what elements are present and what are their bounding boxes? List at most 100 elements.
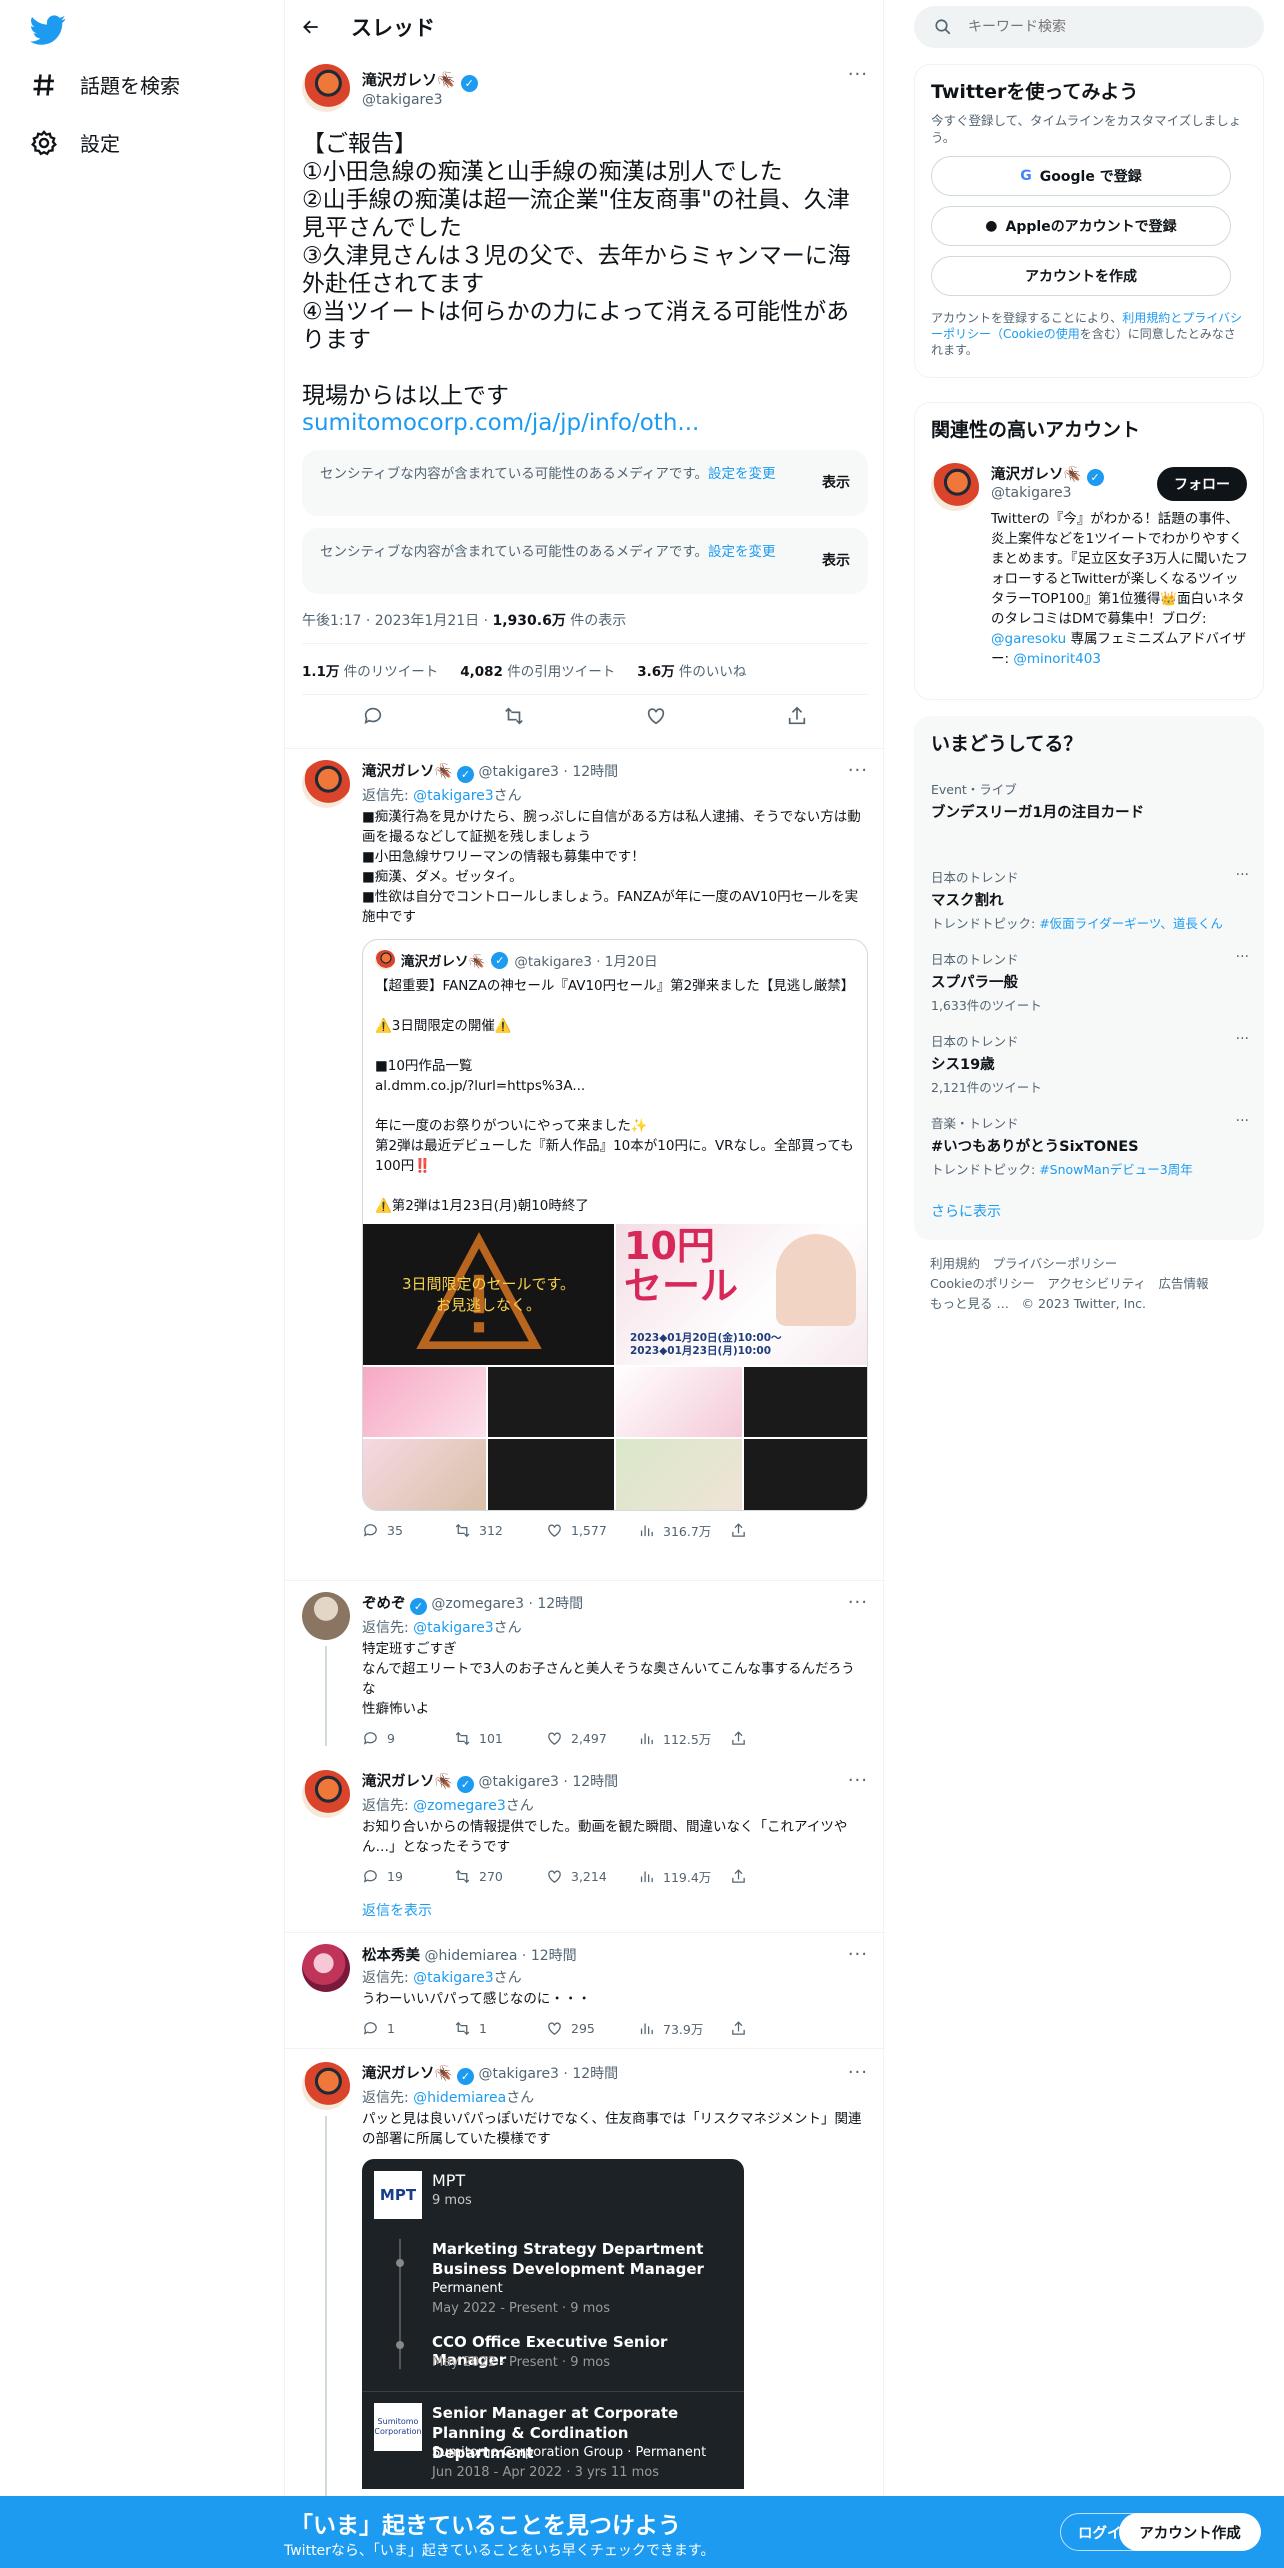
- search-box[interactable]: [914, 6, 1264, 48]
- views-button[interactable]: 73.9万: [638, 2019, 730, 2038]
- quoted-media-grid[interactable]: 3日間限定のセールです。 お見逃しなく。 10円 セール 2023◆01月20日…: [363, 1224, 867, 1510]
- author-name[interactable]: ぞめぞ: [362, 1596, 406, 1612]
- search-input[interactable]: [968, 19, 1228, 35]
- footer-line[interactable]: もっと見る … © 2023 Twitter, Inc.: [930, 1294, 1209, 1314]
- trend-item[interactable]: ··· 日本のトレンド シス19歳 2,121件のツイート: [931, 1031, 1249, 1096]
- media-image: [616, 1367, 742, 1437]
- like-button[interactable]: 2,497: [546, 1729, 638, 1748]
- share-button[interactable]: [730, 2019, 822, 2038]
- change-settings-link[interactable]: 設定を変更: [708, 544, 776, 560]
- reply-button[interactable]: 1: [362, 2019, 454, 2038]
- views-button[interactable]: 316.7万: [638, 1521, 730, 1540]
- trend-topic-link[interactable]: #仮面ライダーギーツ、道長くん: [1039, 916, 1223, 931]
- trend-item[interactable]: ··· 日本のトレンド スプパラ一般 1,633件のツイート: [931, 949, 1249, 1014]
- change-settings-link[interactable]: 設定を変更: [708, 466, 776, 482]
- show-replies-link[interactable]: 返信を表示: [362, 1900, 868, 1920]
- retweet-count: 270: [479, 1869, 503, 1884]
- avatar[interactable]: [302, 64, 350, 112]
- related-handle[interactable]: @takigare3: [991, 485, 1072, 501]
- trend-item[interactable]: Event・ライブ ブンデスリーガ1月の注目カード: [931, 779, 1249, 822]
- reply-count: 1: [387, 2021, 395, 2036]
- author-handle[interactable]: @takigare3 · 12時間: [478, 2066, 618, 2082]
- twitter-logo-icon[interactable]: [30, 12, 66, 48]
- author-name[interactable]: 滝沢ガレソ🪳: [362, 764, 453, 780]
- nav-settings[interactable]: 設定: [30, 128, 120, 157]
- author-handle[interactable]: @takigare3: [362, 92, 478, 108]
- show-more-link[interactable]: さらに表示: [931, 1201, 1001, 1221]
- reply-to-link[interactable]: @takigare3: [413, 1620, 494, 1636]
- avatar[interactable]: [302, 1770, 350, 1818]
- bio-link[interactable]: @minorit403: [1013, 651, 1101, 667]
- linkedin-screenshot[interactable]: MPT MPT 9 mos Marketing Strategy Departm…: [362, 2159, 744, 2489]
- author-name[interactable]: 滝沢ガレソ🪳: [362, 2066, 453, 2082]
- create-account-button[interactable]: アカウントを作成: [931, 256, 1231, 296]
- reply-to-link[interactable]: @takigare3: [413, 788, 494, 804]
- more-options-icon[interactable]: ···: [848, 64, 868, 85]
- avatar[interactable]: [302, 1592, 350, 1640]
- trend-topic-link[interactable]: #SnowManデビュー3周年: [1039, 1162, 1193, 1177]
- trend-item[interactable]: ··· 音楽・トレンド #いつもありがとうSixTONES トレンドトピック: …: [931, 1113, 1249, 1178]
- retweet-button[interactable]: 101: [454, 1729, 546, 1748]
- apple-signup-button[interactable]: ● Appleのアカウントで登録: [931, 206, 1231, 246]
- quote-stat[interactable]: 4,082 件の引用ツイート: [460, 660, 615, 680]
- timestamp[interactable]: 午後1:17 · 2023年1月21日 ·: [302, 613, 493, 629]
- avatar[interactable]: [931, 463, 979, 511]
- share-button[interactable]: [730, 1521, 822, 1540]
- views-button[interactable]: 112.5万: [638, 1729, 730, 1748]
- show-media-button[interactable]: 表示: [822, 473, 850, 493]
- like-icon[interactable]: [645, 705, 667, 727]
- retweet-button[interactable]: 270: [454, 1867, 546, 1886]
- more-options-icon[interactable]: ···: [1236, 949, 1249, 965]
- like-stat[interactable]: 3.6万 件のいいね: [637, 660, 746, 680]
- author-handle[interactable]: @takigare3 · 12時間: [478, 764, 618, 780]
- retweet-button[interactable]: 312: [454, 1521, 546, 1540]
- retweet-icon[interactable]: [503, 705, 525, 727]
- show-media-button[interactable]: 表示: [822, 551, 850, 571]
- bio-link[interactable]: @garesoku: [991, 631, 1066, 647]
- reply-to-link[interactable]: @zomegare3: [413, 1798, 506, 1814]
- footer-line[interactable]: 利用規約 プライバシーポリシー: [930, 1254, 1209, 1274]
- signup-button[interactable]: アカウント作成: [1119, 2513, 1261, 2551]
- author-handle[interactable]: @hidemiarea · 12時間: [424, 1948, 576, 1964]
- retweet-button[interactable]: 1: [454, 2019, 546, 2038]
- verified-badge-icon: ✓: [1086, 469, 1104, 486]
- share-icon: [732, 1731, 745, 1745]
- reply-button[interactable]: 9: [362, 1729, 454, 1748]
- reply-icon[interactable]: [362, 705, 384, 727]
- author-handle[interactable]: @zomegare3 · 12時間: [431, 1596, 583, 1612]
- share-button[interactable]: [730, 1729, 822, 1748]
- like-button[interactable]: 1,577: [546, 1521, 638, 1540]
- author-name[interactable]: 滝沢ガレソ🪳: [362, 71, 456, 89]
- reply-to-link[interactable]: @takigare3: [413, 1970, 494, 1986]
- back-arrow-icon[interactable]: [301, 17, 321, 37]
- reply-to-link[interactable]: @hidemiarea: [413, 2090, 506, 2106]
- views-button[interactable]: 119.4万: [638, 1867, 730, 1886]
- retweet-count: 1: [479, 2021, 487, 2036]
- avatar[interactable]: [302, 2062, 350, 2110]
- trend-item[interactable]: ··· 日本のトレンド マスク割れ トレンドトピック: #仮面ライダーギーツ、道…: [931, 867, 1249, 932]
- author-name[interactable]: 滝沢ガレソ🪳: [362, 1774, 453, 1790]
- retweet-stat[interactable]: 1.1万 件のリツイート: [302, 660, 438, 680]
- like-button[interactable]: 295: [546, 2019, 638, 2038]
- share-icon[interactable]: [786, 705, 808, 727]
- nav-explore[interactable]: 話題を検索: [30, 70, 180, 99]
- follow-button[interactable]: フォロー: [1157, 467, 1247, 501]
- more-options-icon[interactable]: ···: [1236, 1031, 1249, 1047]
- more-options-icon[interactable]: ···: [1236, 1113, 1249, 1129]
- quoted-tweet[interactable]: 滝沢ガレソ🪳 ✓ @takigare3 · 1月20日 【超重要】FANZAの神セー…: [362, 939, 868, 1511]
- more-options-icon[interactable]: ···: [1236, 867, 1249, 883]
- reply-button[interactable]: 35: [362, 1521, 454, 1540]
- analytics-icon: [640, 2023, 653, 2035]
- author-name[interactable]: 松本秀美: [362, 1948, 420, 1964]
- google-signup-button[interactable]: G Google で登録: [931, 156, 1231, 196]
- tweet-link[interactable]: sumitomocorp.com/ja/jp/info/oth...: [302, 410, 868, 436]
- avatar[interactable]: [302, 1944, 350, 1992]
- related-account-name[interactable]: 滝沢ガレソ🪳 ✓: [991, 463, 1104, 486]
- share-button[interactable]: [730, 1867, 822, 1886]
- footer-line[interactable]: Cookieのポリシー アクセシビリティ 広告情報: [930, 1274, 1209, 1294]
- view-count: 119.4万: [663, 1870, 712, 1885]
- reply-button[interactable]: 19: [362, 1867, 454, 1886]
- avatar[interactable]: [302, 760, 350, 808]
- like-button[interactable]: 3,214: [546, 1867, 638, 1886]
- author-handle[interactable]: @takigare3 · 12時間: [478, 1774, 618, 1790]
